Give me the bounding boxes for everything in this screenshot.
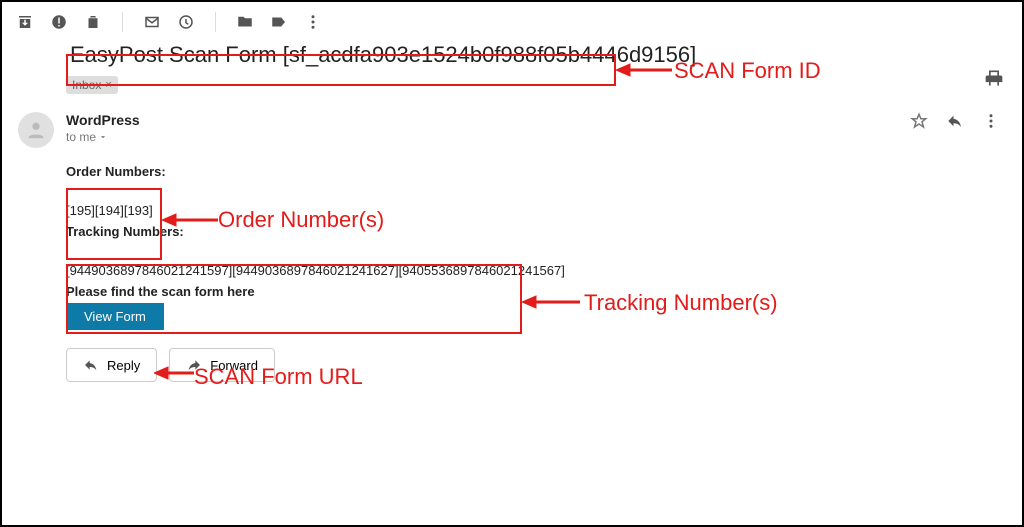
close-icon[interactable]: × [105, 79, 111, 91]
mark-unread-icon[interactable] [143, 13, 161, 31]
tracking-numbers-values: [9449036897846021241597][944903689784602… [66, 263, 1006, 278]
toolbar-separator [215, 12, 216, 32]
chevron-down-icon [98, 132, 108, 142]
tracking-numbers-label: Tracking Numbers: [66, 224, 1006, 239]
order-numbers-label: Order Numbers: [66, 164, 1006, 179]
email-body: Order Numbers: [195][194][193] Tracking … [2, 148, 1022, 382]
more-icon[interactable] [304, 13, 322, 31]
spam-icon[interactable] [50, 13, 68, 31]
toolbar-separator [122, 12, 123, 32]
sender-avatar[interactable] [18, 112, 54, 148]
label-icon[interactable] [270, 13, 288, 31]
forward-button[interactable]: Forward [169, 348, 275, 382]
sender-name: WordPress [66, 112, 910, 128]
email-subject: EasyPost Scan Form [sf_acdfa903e1524b0f9… [66, 40, 700, 70]
reply-icon[interactable] [946, 112, 964, 130]
recipient-line[interactable]: to me [66, 130, 108, 144]
order-numbers-values: [195][194][193] [66, 203, 1006, 218]
scan-form-hint: Please find the scan form here [66, 284, 1006, 299]
view-form-button[interactable]: View Form [66, 303, 164, 330]
forward-label: Forward [210, 358, 258, 373]
inbox-label-text: Inbox [72, 78, 101, 92]
email-toolbar [2, 2, 1022, 38]
delete-icon[interactable] [84, 13, 102, 31]
more-icon[interactable] [982, 112, 1000, 130]
reply-icon [83, 357, 99, 373]
move-to-icon[interactable] [236, 13, 254, 31]
recipient-text: to me [66, 130, 96, 144]
snooze-icon[interactable] [177, 13, 195, 31]
print-icon[interactable] [984, 68, 1004, 93]
archive-icon[interactable] [16, 13, 34, 31]
inbox-label-chip[interactable]: Inbox × [66, 76, 118, 94]
reply-label: Reply [107, 358, 140, 373]
forward-icon [186, 357, 202, 373]
reply-button[interactable]: Reply [66, 348, 157, 382]
star-icon[interactable] [910, 112, 928, 130]
